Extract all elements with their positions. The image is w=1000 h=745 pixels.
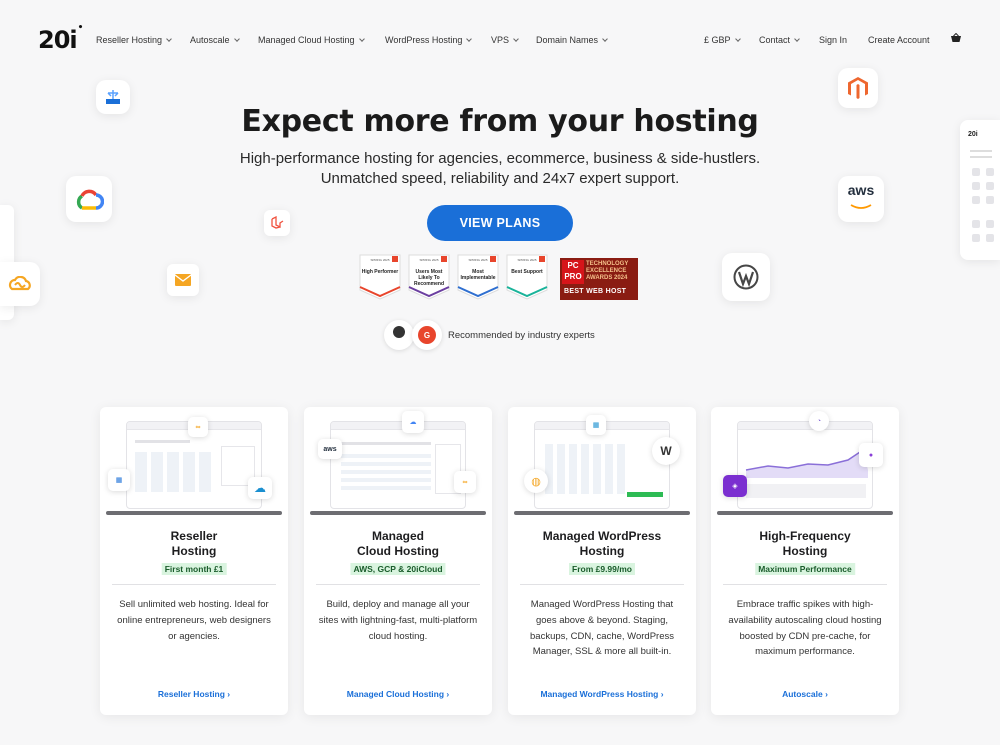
card-description: Managed WordPress Hosting that goes abov… [530, 599, 674, 658]
speed-mini-icon: ◔ [809, 411, 829, 431]
award-best-web-host: BEST WEB HOST [564, 288, 627, 295]
laptop-base [310, 511, 486, 515]
google-cloud-icon [76, 189, 104, 210]
reseller-hosting-link[interactable]: Reseller Hosting › [100, 689, 288, 699]
card-pill: AWS, GCP & 20iCloud [350, 563, 446, 575]
autoscale-link[interactable]: Autoscale › [711, 689, 899, 699]
nav-reseller-hosting[interactable]: Reseller Hosting [96, 35, 172, 45]
google-cloud-mini-icon: ☁ [402, 411, 424, 433]
badge-label: High Performer [361, 269, 399, 275]
nav-autoscale[interactable]: Autoscale [190, 35, 240, 45]
card-pill: Maximum Performance [755, 563, 855, 575]
nav-managed-cloud[interactable]: Managed Cloud Hosting [258, 35, 365, 45]
chevron-down-icon [734, 35, 741, 42]
nav-vps[interactable]: VPS [491, 35, 519, 45]
g2-badge-likely-recommend: SPRING 2025 Users Most Likely To Recomme… [408, 254, 450, 300]
laptop-base [717, 511, 893, 515]
aws-smile-icon [850, 204, 872, 209]
card-pill: From £9.99/mo [569, 563, 635, 575]
managed-wordpress-hosting-link[interactable]: Managed WordPress Hosting › [508, 689, 696, 699]
badge-label: Best Support [511, 269, 543, 275]
nav-contact[interactable]: Contact [759, 35, 800, 45]
card-managed-wordpress-hosting[interactable]: ▦ W ◍ Managed WordPress Hosting From £9.9… [508, 407, 696, 715]
card-title: Managed WordPress Hosting [542, 529, 662, 558]
card-high-frequency-hosting[interactable]: ◔ ● ◈ High-Frequency Hosting Maximum Perf… [711, 407, 899, 715]
chevron-down-icon [602, 35, 608, 42]
autoscale-mini-icon: ◈ [723, 475, 747, 497]
nav-wordpress-hosting[interactable]: WordPress Hosting [385, 35, 473, 45]
divider [112, 584, 276, 585]
20i-cloud-tile [0, 262, 40, 306]
cloud-infinity-mini-icon: ∞ [188, 417, 208, 437]
badge-label: Most Implementable [460, 269, 496, 281]
view-plans-button[interactable]: VIEW PLANS [427, 205, 573, 241]
cloud-infinity-mini-icon: ∞ [454, 471, 476, 493]
badge-season: SPRING 2025 [468, 258, 488, 262]
divider [520, 584, 684, 585]
monitor-mini-icon: ● [859, 443, 883, 467]
card-title: Managed Cloud Hosting [357, 529, 439, 558]
windows-mini-icon: ▦ [586, 415, 606, 435]
laptop-base [106, 511, 282, 515]
card-title: High-Frequency Hosting [759, 529, 851, 558]
card-title: Reseller Hosting [170, 529, 218, 558]
traffic-chart-graphic [745, 449, 868, 498]
managed-cloud-hosting-link[interactable]: Managed Cloud Hosting › [304, 689, 492, 699]
chevron-down-icon [513, 35, 519, 42]
email-icon [174, 274, 192, 286]
wordpress-icon [733, 264, 759, 290]
card-reseller-hosting[interactable]: ∞ ▦ ☁ Reseller Hosting First month £1 Sel… [100, 407, 288, 715]
chevron-down-icon [358, 35, 365, 42]
card-description: Sell unlimited web hosting. Ideal for on… [117, 599, 271, 642]
pc-pro-award-badge: PC PRO TECHNOLOGY EXCELLENCE AWARDS 2024 … [560, 258, 638, 300]
dashboard-preview-panel: 20i [960, 120, 1000, 260]
card-description: Build, deploy and manage all your sites … [318, 599, 478, 642]
chevron-down-icon [466, 35, 473, 42]
globe-mini-icon: ◍ [524, 469, 548, 493]
chevron-down-icon [794, 35, 800, 42]
divider [316, 584, 480, 585]
badge-label: Users Most Likely To Recommend [413, 269, 444, 287]
g2-badge-most-implementable: SPRING 2025 Most Implementable [457, 254, 499, 300]
card-managed-cloud-hosting[interactable]: ☁ aws ∞ Managed Cloud Hosting AWS, GCP & … [304, 407, 492, 715]
laptop-base [514, 511, 690, 515]
recommended-text: Recommended by industry experts [448, 330, 595, 341]
award-text: TECHNOLOGY EXCELLENCE AWARDS 2024 [586, 261, 629, 281]
hero-subtitle-line1: High-performance hosting for agencies, e… [239, 150, 761, 167]
chevron-down-icon [233, 35, 240, 42]
brand-logo[interactable]: 20i• [38, 23, 83, 54]
nav-domain-names[interactable]: Domain Names [536, 35, 608, 45]
create-account-link[interactable]: Create Account [868, 35, 930, 45]
sign-in-link[interactable]: Sign In [819, 35, 847, 45]
badge-season: SPRING 2025 [517, 258, 537, 262]
cloud-mini-icon: ☁ [248, 477, 272, 499]
laravel-icon [271, 216, 284, 229]
g2-badge-best-support: SPRING 2025 Best Support [506, 254, 548, 300]
currency-selector[interactable]: £ GBP [704, 35, 741, 45]
wordpress-tile [722, 253, 770, 301]
window-mini-icon: ▦ [108, 469, 130, 491]
reviewer-avatar-icon [384, 320, 414, 350]
badge-season: SPRING 2025 [370, 258, 390, 262]
autoscale-dashboard-preview [737, 421, 873, 509]
divider [723, 584, 887, 585]
hero-subtitle-line2: Unmatched speed, reliability and 24x7 ex… [320, 170, 680, 187]
chevron-down-icon [166, 35, 172, 42]
pc-pro-logo: PC PRO [562, 260, 584, 284]
laravel-tile [264, 210, 290, 236]
g2-badge-high-performer: SPRING 2025 High Performer [359, 254, 401, 300]
mail-tile [167, 264, 199, 296]
magento-icon [848, 77, 868, 99]
magento-tile [838, 68, 878, 108]
card-pill: First month £1 [161, 563, 227, 575]
hero-title: Expect more from your hosting [241, 104, 759, 139]
wordpress-mini-icon: W [652, 437, 680, 465]
infinity-cloud-icon [8, 276, 31, 291]
cloud-dashboard-preview [330, 421, 466, 509]
g2-logo-icon: G [412, 320, 442, 350]
card-description: Embrace traffic spikes with high-availab… [728, 599, 882, 658]
aws-mini-icon: aws [318, 439, 342, 459]
basket-icon[interactable] [950, 33, 962, 43]
badge-season: SPRING 2025 [419, 258, 439, 262]
